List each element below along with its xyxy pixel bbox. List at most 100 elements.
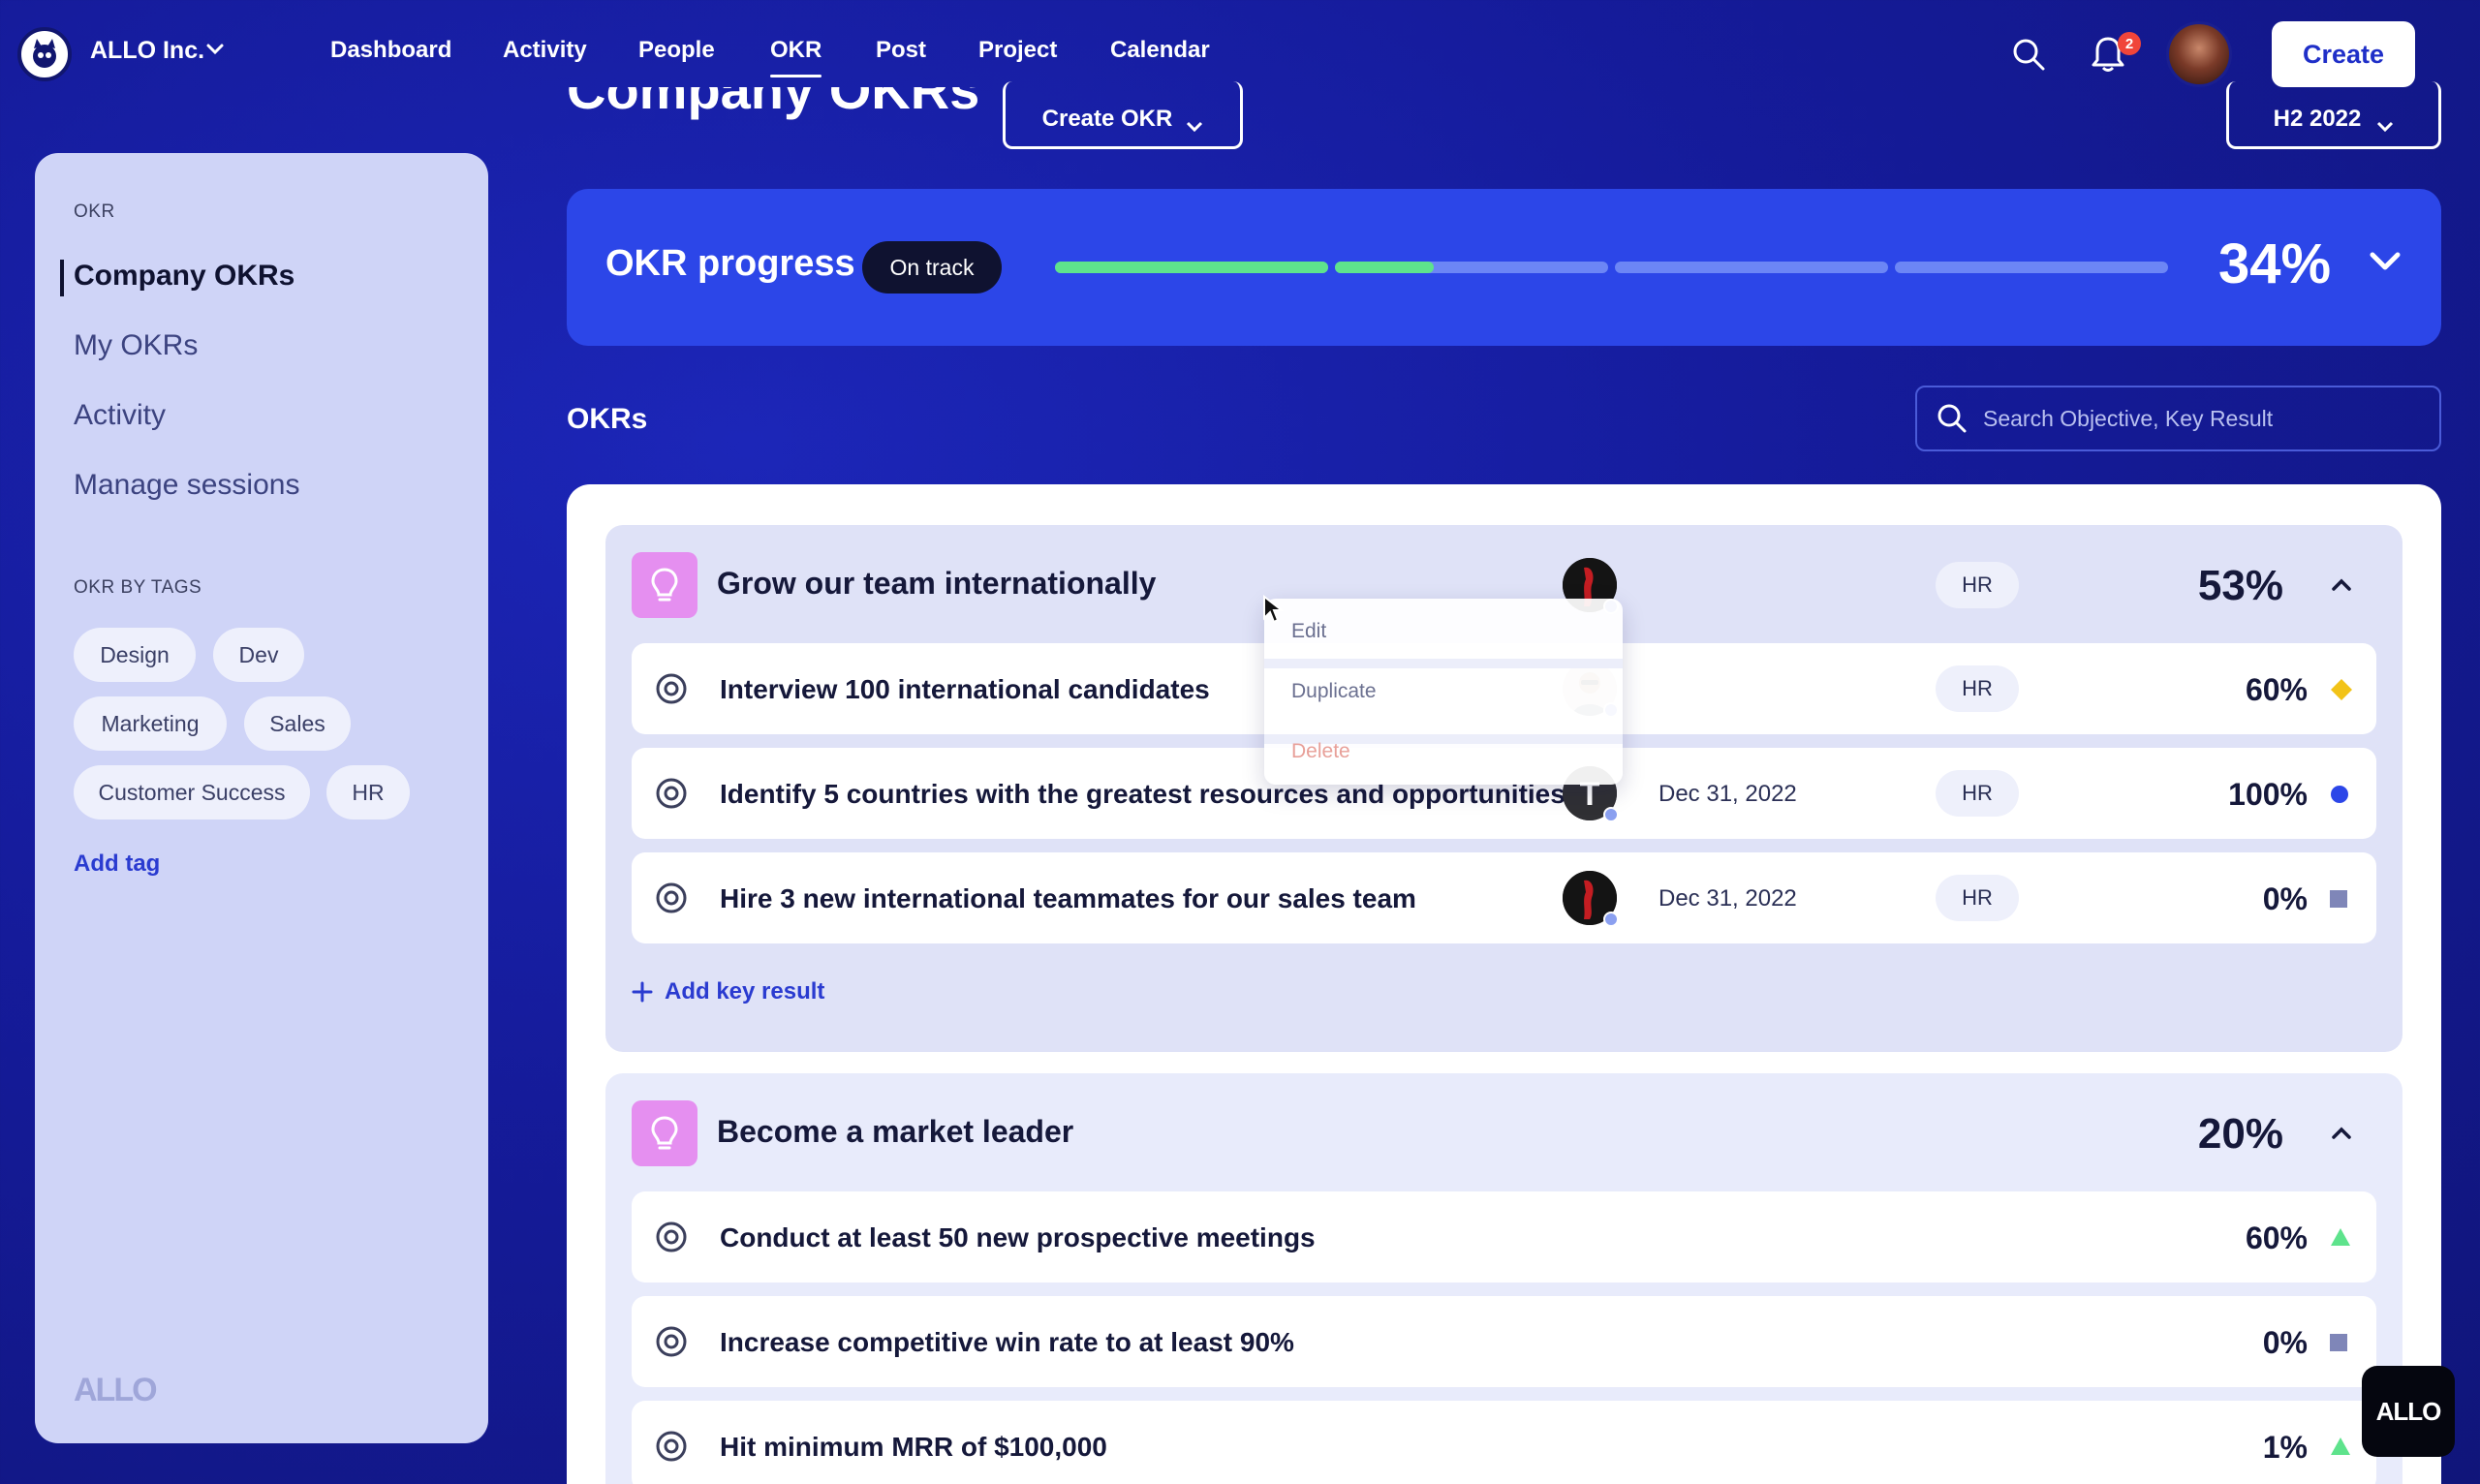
presence-dot <box>1603 912 1619 927</box>
allo-badge[interactable]: ALLO <box>2362 1366 2455 1457</box>
chevron-down-icon <box>1187 121 1203 133</box>
period-selector[interactable]: H2 2022 <box>2226 81 2441 149</box>
presence-dot <box>1603 807 1619 822</box>
key-result-date: Dec 31, 2022 <box>1658 781 1797 807</box>
target-icon <box>656 673 687 704</box>
create-okr-button[interactable]: Create OKR <box>1003 81 1243 149</box>
sidebar-item-company-okrs[interactable]: Company OKRs <box>74 260 294 293</box>
search-icon <box>1938 404 1967 433</box>
target-icon <box>656 1431 687 1462</box>
okr-progress-card: OKR progress On track 34% <box>567 189 2441 346</box>
plus-icon <box>632 981 653 1003</box>
key-result-title: Hire 3 new international teammates for o… <box>720 883 1416 913</box>
progress-segment <box>1055 262 1328 273</box>
nav-dashboard[interactable]: Dashboard <box>330 37 451 64</box>
mouse-cursor-icon <box>1263 595 1284 624</box>
key-result-row[interactable]: Increase competitive win rate to at leas… <box>632 1296 2376 1387</box>
org-logo[interactable] <box>17 27 72 81</box>
okr-search[interactable] <box>1915 386 2441 451</box>
nav-okr[interactable]: OKR <box>770 37 822 77</box>
header-clip: Company OKRs <box>542 87 2461 147</box>
tag-pill: HR <box>1936 770 2019 817</box>
search-icon[interactable] <box>2011 37 2046 72</box>
sidebar-item-manage-sessions[interactable]: Manage sessions <box>74 469 299 502</box>
target-icon <box>656 1326 687 1357</box>
sidebar-section-tags: OKR BY TAGS <box>74 577 202 598</box>
key-result-title: Interview 100 international candidates <box>720 674 1210 704</box>
nav-activity[interactable]: Activity <box>503 37 587 64</box>
chevron-up-icon[interactable] <box>2330 1126 2353 1141</box>
search-input[interactable] <box>1983 405 2429 432</box>
objective-title[interactable]: Become a market leader <box>717 1114 1073 1150</box>
status-circle-icon <box>2331 786 2348 803</box>
key-result-row[interactable]: Hire 3 new international teammates for o… <box>632 852 2376 943</box>
sidebar-item-my-okrs[interactable]: My OKRs <box>74 329 198 362</box>
status-square-icon <box>2330 890 2347 908</box>
add-key-result-link[interactable]: Add key result <box>632 978 824 1005</box>
chevron-down-icon[interactable] <box>2369 251 2402 272</box>
sidebar-section-okr: OKR <box>74 201 115 222</box>
objective-title[interactable]: Grow our team internationally <box>717 566 1156 602</box>
create-button[interactable]: Create <box>2272 21 2415 87</box>
sidebar-item-activity[interactable]: Activity <box>74 399 166 432</box>
chevron-up-icon[interactable] <box>2330 577 2353 593</box>
nav-people[interactable]: People <box>638 37 715 64</box>
tag-pill: HR <box>1936 562 2019 608</box>
objective-card: Become a market leader 20% Conduct at le… <box>605 1073 2402 1484</box>
progress-segment <box>1335 262 1608 273</box>
sidebar-logo: ALLO <box>74 1372 158 1408</box>
nav-calendar[interactable]: Calendar <box>1110 37 1210 64</box>
context-menu: Edit Duplicate Delete <box>1264 599 1623 785</box>
chevron-down-icon <box>2377 121 2394 133</box>
menu-item-delete[interactable]: Delete <box>1291 740 1350 763</box>
notification-badge: 2 <box>2118 32 2141 55</box>
objective-percent: 20% <box>2197 1110 2283 1158</box>
status-triangle-icon <box>2331 1228 2350 1246</box>
key-result-title: Increase competitive win rate to at leas… <box>720 1327 1294 1357</box>
key-result-percent: 0% <box>2262 881 2308 916</box>
tag-design[interactable]: Design <box>74 628 196 682</box>
tag-pill: HR <box>1936 875 2019 921</box>
page-title: Company OKRs <box>567 87 980 120</box>
tag-marketing[interactable]: Marketing <box>74 696 227 751</box>
chevron-down-icon[interactable] <box>205 43 225 56</box>
key-result-percent: 100% <box>2228 777 2308 812</box>
cat-logo-icon <box>33 39 56 68</box>
progress-segment <box>1615 262 1888 273</box>
menu-item-edit[interactable]: Edit <box>1291 620 1326 643</box>
period-label: H2 2022 <box>2273 106 2362 132</box>
target-icon <box>656 882 687 913</box>
sidebar: OKR Company OKRs My OKRs Activity Manage… <box>35 153 488 1443</box>
key-result-row[interactable]: Hit minimum MRR of $100,000 1% <box>632 1401 2376 1484</box>
tag-dev[interactable]: Dev <box>213 628 304 682</box>
menu-divider <box>1264 659 1623 668</box>
key-result-title: Hit minimum MRR of $100,000 <box>720 1432 1107 1462</box>
create-okr-label: Create OKR <box>1041 106 1173 132</box>
tag-sales[interactable]: Sales <box>244 696 351 751</box>
key-result-date: Dec 31, 2022 <box>1658 885 1797 912</box>
bulb-icon <box>632 552 698 618</box>
status-triangle-icon <box>2331 1438 2350 1455</box>
key-result-row[interactable]: Conduct at least 50 new prospective meet… <box>632 1191 2376 1283</box>
key-result-percent: 0% <box>2262 1325 2308 1360</box>
add-tag-link[interactable]: Add tag <box>74 850 160 878</box>
progress-percent: 34% <box>2218 232 2332 295</box>
objective-percent: 53% <box>2197 562 2283 609</box>
user-avatar[interactable] <box>2166 21 2232 87</box>
tag-customer-success[interactable]: Customer Success <box>74 765 310 819</box>
active-indicator <box>60 260 64 296</box>
progress-segment <box>1895 262 2168 273</box>
org-name[interactable]: ALLO Inc. <box>90 37 204 65</box>
add-key-result-label: Add key result <box>665 978 825 1005</box>
menu-item-duplicate[interactable]: Duplicate <box>1291 680 1377 703</box>
nav-project[interactable]: Project <box>978 37 1057 64</box>
status-square-icon <box>2330 1334 2347 1351</box>
status-badge: On track <box>862 241 1002 294</box>
target-icon <box>656 778 687 809</box>
tag-hr[interactable]: HR <box>326 765 410 819</box>
bulb-icon <box>632 1100 698 1166</box>
nav-post[interactable]: Post <box>876 37 926 64</box>
status-diamond-icon <box>2331 679 2352 700</box>
key-result-title: Conduct at least 50 new prospective meet… <box>720 1222 1316 1252</box>
okrs-heading: OKRs <box>567 403 648 435</box>
